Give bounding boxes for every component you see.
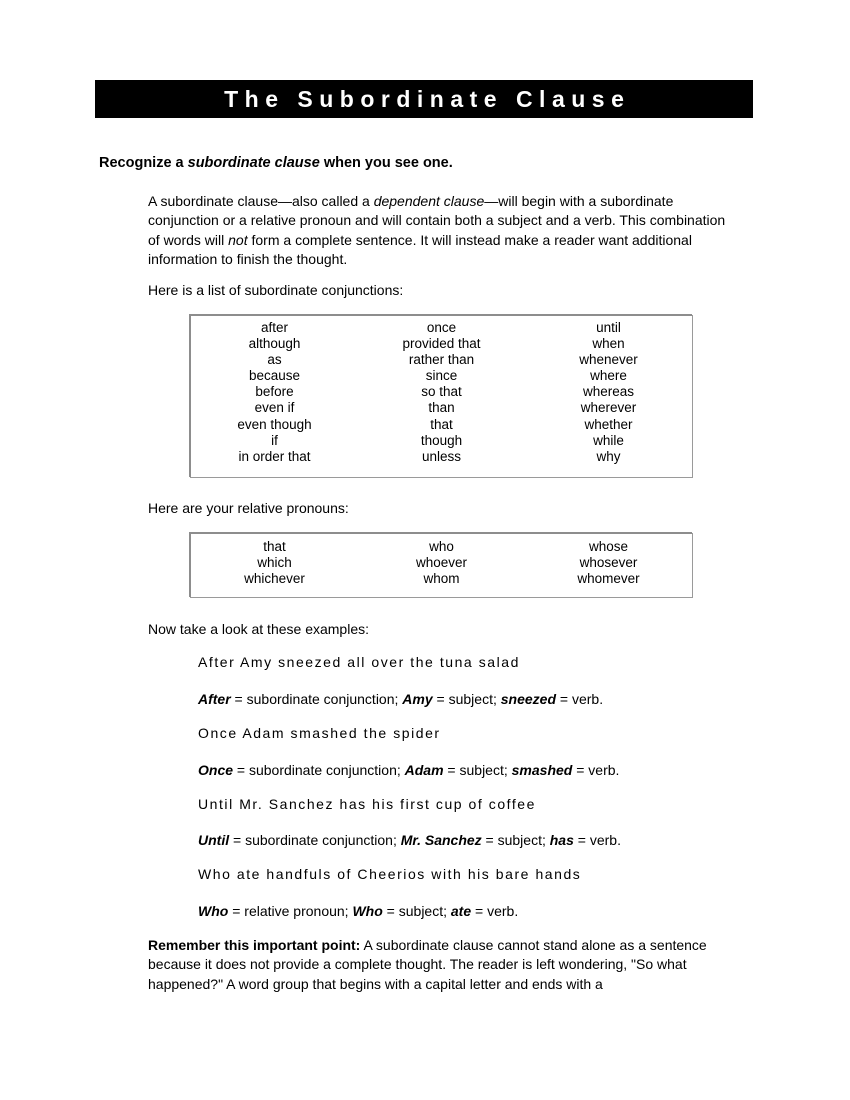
word-item: whenever <box>579 352 638 368</box>
word-item: so that <box>421 384 462 400</box>
word-item: whoever <box>415 555 468 571</box>
section-heading-italic: subordinate clause <box>187 155 320 171</box>
example-1-role-2: = subject; <box>432 691 501 707</box>
pronouns-column-1: that which whichever <box>191 534 358 597</box>
word-item: when <box>592 336 625 352</box>
word-item: than <box>428 400 455 416</box>
example-analysis-3: Until = subordinate conjunction; Mr. San… <box>198 831 621 850</box>
example-1-role-1: = subordinate conjunction; <box>230 691 403 707</box>
conjunctions-column-2: once provided that rather than since so … <box>358 316 525 477</box>
example-4-term-3: ate <box>450 903 472 919</box>
example-4-role-1: = relative pronoun; <box>228 903 353 919</box>
word-item: in order that <box>238 448 311 464</box>
example-3-term-1: Until <box>198 832 230 848</box>
section-heading-suffix: when you see one. <box>319 155 453 171</box>
example-4-role-2: = subject; <box>382 903 451 919</box>
relative-pronouns-table: that which whichever who whoever whom wh… <box>189 532 693 598</box>
word-item: whom <box>423 571 460 587</box>
example-sentence-4: Who ate handfuls of Cheerios with his ba… <box>198 866 582 882</box>
section-heading: Recognize a subordinate clause when you … <box>99 155 453 171</box>
example-1-term-3: sneezed <box>500 691 556 707</box>
closing-paragraph: Remember this important point: A subordi… <box>148 936 748 994</box>
word-item: whose <box>588 539 629 554</box>
example-3-term-2: Mr. Sanchez <box>400 832 482 848</box>
example-1-role-3: = verb. <box>556 691 604 707</box>
example-3-term-3: has <box>549 832 574 848</box>
word-item: whosever <box>579 555 638 571</box>
example-2-term-2: Adam <box>404 762 444 778</box>
example-2-term-1: Once <box>198 762 234 778</box>
example-3-role-2: = subject; <box>481 832 550 848</box>
example-2-role-2: = subject; <box>443 762 512 778</box>
section-heading-prefix: Recognize a <box>99 155 188 171</box>
word-item: even though <box>237 416 312 432</box>
subordinate-conjunctions-table: after although as because before even if… <box>189 314 693 478</box>
example-analysis-4: Who = relative pronoun; Who = subject; a… <box>198 902 518 921</box>
word-item: who <box>429 539 454 554</box>
example-4-term-2: Who <box>352 903 383 919</box>
word-item: why <box>596 448 621 464</box>
example-sentence-1: After Amy sneezed all over the tuna sala… <box>198 654 520 670</box>
pronouns-column-2: who whoever whom <box>358 534 525 597</box>
word-item: wherever <box>580 400 637 416</box>
word-item: before <box>255 384 294 400</box>
word-item: if <box>271 432 278 448</box>
word-item: whichever <box>244 571 305 587</box>
document-page: The Subordinate Clause Recognize a subor… <box>0 0 850 1100</box>
word-item: whereas <box>582 384 635 400</box>
closing-bold-lead: Remember this important point: <box>148 937 361 953</box>
word-item: unless <box>421 448 462 464</box>
example-3-role-3: = verb. <box>573 832 621 848</box>
example-sentence-2: Once Adam smashed the spider <box>198 725 441 741</box>
example-1-term-1: After <box>198 691 231 707</box>
lead-line-conjunctions: Here is a list of subordinate conjunctio… <box>148 282 404 298</box>
example-1-term-2: Amy <box>402 691 433 707</box>
example-analysis-2: Once = subordinate conjunction; Adam = s… <box>198 761 619 780</box>
example-2-term-3: smashed <box>511 762 573 778</box>
word-item: while <box>593 432 624 448</box>
word-item: after <box>260 320 288 335</box>
conjunctions-column-1: after although as because before even if… <box>191 316 358 477</box>
word-item: provided that <box>402 336 481 352</box>
word-item: that <box>263 539 286 554</box>
title-banner: The Subordinate Clause <box>95 80 753 118</box>
intro-italic-not: not <box>228 231 248 248</box>
word-item: where <box>590 368 627 384</box>
intro-text-1: A subordinate clause—also called a <box>148 193 374 209</box>
intro-italic-dependent-clause: dependent clause <box>373 193 485 209</box>
pronouns-column-3: whose whosever whomever <box>525 534 692 597</box>
word-item: whether <box>584 416 633 432</box>
word-item: rather than <box>408 352 475 368</box>
word-item: although <box>248 336 301 352</box>
word-item: once <box>426 320 457 335</box>
word-item: though <box>420 432 463 448</box>
intro-paragraph: A subordinate clause—also called a depen… <box>148 192 730 270</box>
word-item: that <box>430 416 453 432</box>
lead-line-examples: Now take a look at these examples: <box>148 621 370 637</box>
word-item: whomever <box>577 571 640 587</box>
word-item: which <box>257 555 292 571</box>
word-item: even if <box>254 400 295 416</box>
word-item: as <box>267 352 282 368</box>
conjunctions-column-3: until when whenever where whereas wherev… <box>525 316 692 477</box>
page-title: The Subordinate Clause <box>224 85 631 112</box>
word-item: until <box>596 320 621 335</box>
example-3-role-1: = subordinate conjunction; <box>229 832 401 848</box>
example-sentence-3: Until Mr. Sanchez has his first cup of c… <box>198 796 536 812</box>
example-4-term-1: Who <box>198 903 229 919</box>
example-4-role-3: = verb. <box>471 903 519 919</box>
example-analysis-1: After = subordinate conjunction; Amy = s… <box>198 690 603 709</box>
word-item: since <box>425 368 458 384</box>
lead-line-pronouns: Here are your relative pronouns: <box>148 500 349 516</box>
example-2-role-3: = verb. <box>572 762 620 778</box>
example-2-role-1: = subordinate conjunction; <box>233 762 405 778</box>
word-item: because <box>248 368 301 384</box>
